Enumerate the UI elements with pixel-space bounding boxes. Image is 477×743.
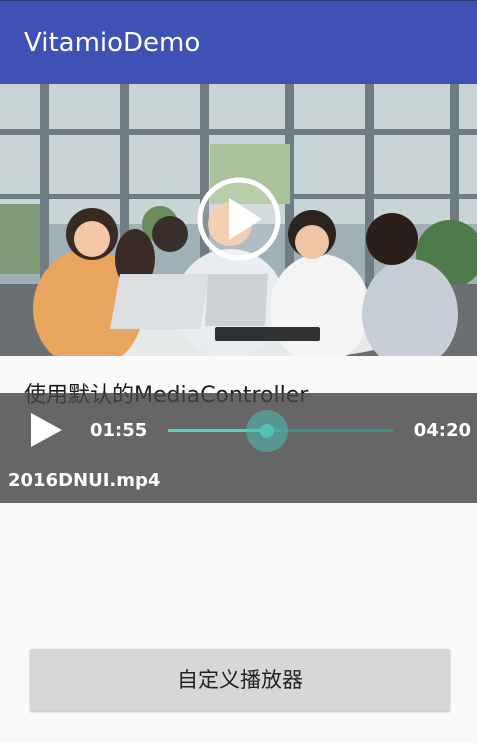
seek-thumb[interactable] bbox=[260, 424, 274, 438]
current-time: 01:55 bbox=[90, 420, 148, 441]
video-play-button[interactable] bbox=[196, 176, 282, 262]
app-title: VitamioDemo bbox=[24, 28, 201, 58]
custom-player-button[interactable]: 自定义播放器 bbox=[30, 649, 450, 711]
seek-bar[interactable] bbox=[168, 410, 393, 452]
play-icon bbox=[31, 413, 62, 447]
app-bar: VitamioDemo bbox=[0, 0, 477, 84]
media-controller: 01:55 04:20 2016DNUI.mp4 bbox=[0, 393, 477, 503]
video-view[interactable] bbox=[0, 84, 477, 356]
play-icon bbox=[197, 177, 281, 261]
custom-player-button-label: 自定义播放器 bbox=[177, 668, 303, 692]
controller-play-button[interactable] bbox=[28, 413, 64, 447]
file-name: 2016DNUI.mp4 bbox=[8, 470, 161, 491]
total-time: 04:20 bbox=[413, 420, 471, 441]
